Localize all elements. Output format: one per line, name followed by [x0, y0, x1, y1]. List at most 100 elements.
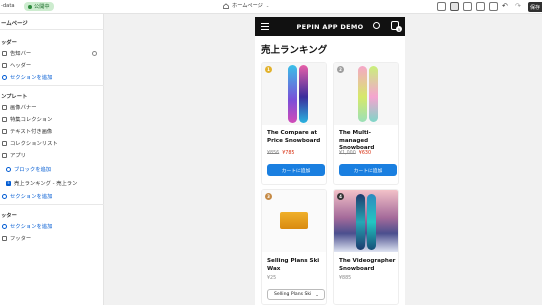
sidebar-item-app-block[interactable]: 5 売上ランキング - 売上ラン	[6, 179, 77, 187]
product-card[interactable]: 2 The Multi-managed Snowboard ¥1,000 ¥630…	[333, 62, 399, 185]
chevron-down-icon: ⌄	[315, 292, 319, 297]
compare-price: ¥856	[267, 151, 280, 156]
mobile-view-icon[interactable]	[476, 2, 485, 11]
product-price: ¥885	[339, 276, 351, 281]
store-brand[interactable]: PEPIN APP DEMO	[255, 23, 405, 31]
add-block-button[interactable]: ブロックを追加	[6, 165, 51, 173]
plus-circle-icon	[2, 193, 7, 199]
product-image[interactable]: 2	[334, 63, 398, 125]
snowboard-image	[288, 65, 297, 123]
add-section-button[interactable]: セクションを追加	[2, 192, 52, 200]
search-icon[interactable]	[373, 22, 380, 29]
status-label: 公開中	[34, 4, 50, 10]
product-title[interactable]: The Videographer Snowboard	[339, 258, 397, 273]
home-icon	[223, 2, 229, 9]
compare-price: ¥1,000	[339, 151, 356, 156]
sidebar-item-header[interactable]: ヘッダー	[2, 61, 31, 69]
snowboard-image	[367, 194, 376, 250]
product-card[interactable]: 1 The Compare at Price Snowboard ¥856 ¥78…	[261, 62, 327, 185]
add-section-button[interactable]: セクションを追加	[2, 222, 52, 230]
status-dot-icon	[28, 4, 32, 9]
sidebar-item-image-banner[interactable]: 画像バナー	[2, 103, 37, 111]
section-icon	[2, 104, 7, 110]
section-icon	[2, 140, 7, 146]
divider	[0, 204, 104, 205]
section-header: ッダー	[1, 40, 17, 46]
section-icon	[2, 50, 7, 56]
selling-plan-select[interactable]: Selling Plans Ski ⌄	[267, 289, 325, 300]
fullscreen-icon[interactable]	[489, 2, 498, 11]
add-section-label: セクションを追加	[10, 194, 53, 200]
save-button[interactable]: 保存	[528, 2, 542, 12]
status-badge: 公開中	[24, 2, 54, 11]
undo-icon[interactable]: ↶	[502, 2, 511, 11]
section-icon	[2, 235, 7, 241]
page-selector[interactable]: ホームページ ⌄	[223, 2, 269, 9]
sidebar-item-label: ヘッダー	[10, 63, 32, 69]
product-image[interactable]: 1	[262, 63, 326, 125]
rank-badge: 4	[337, 193, 344, 200]
plus-circle-icon	[6, 166, 11, 172]
section-icon	[2, 116, 7, 122]
snowboard-image	[358, 66, 367, 122]
divider	[0, 85, 104, 86]
sidebar-item-label: コレクションリスト	[10, 141, 58, 147]
product-price: ¥1,000 ¥630	[339, 151, 371, 156]
add-section-label: セクションを追加	[10, 224, 53, 230]
sidebar-item-featured-collection[interactable]: 特集コレクション	[2, 115, 52, 123]
rank-badge: 1	[265, 66, 272, 73]
snowboard-image	[356, 194, 365, 250]
snowboard-image	[299, 65, 308, 123]
product-image[interactable]: 4	[334, 190, 398, 252]
sidebar-item-image-with-text[interactable]: テキスト付き画像	[2, 127, 52, 135]
sidebar-item-collection-list[interactable]: コレクションリスト	[2, 139, 58, 147]
plus-circle-icon	[2, 74, 7, 80]
store-header: PEPIN APP DEMO 5	[255, 17, 405, 36]
product-card[interactable]: 3 Selling Plans Ski Wax ¥25 Selling Plan…	[261, 189, 327, 305]
divider	[0, 29, 104, 30]
product-price: ¥856 ¥785	[267, 151, 294, 156]
redo-icon[interactable]: ↷	[515, 2, 524, 11]
section-icon	[2, 62, 7, 68]
sidebar-title: ームページ	[1, 21, 28, 27]
storefront-preview: PEPIN APP DEMO 5 売上ランキング 1 The Compare a…	[255, 17, 405, 305]
app-name: -data	[1, 3, 15, 9]
regular-price: ¥25	[267, 276, 277, 281]
product-title[interactable]: Selling Plans Ski Wax	[267, 258, 325, 273]
ranking-heading: 売上ランキング	[261, 45, 328, 56]
print-icon[interactable]	[437, 2, 446, 11]
sidebar-item-footer[interactable]: フッター	[2, 234, 31, 242]
sidebar-item-announcement[interactable]: 告知バー	[2, 49, 31, 57]
add-to-cart-button[interactable]: カートに追加	[267, 164, 325, 176]
product-title[interactable]: The Multi-managed Snowboard	[339, 130, 397, 153]
sidebar: ームページ ッダー 告知バー ヘッダー セクションを追加 ンプレート 画像バナー…	[0, 14, 104, 305]
plus-circle-icon	[2, 223, 7, 229]
sidebar-item-label: 画像バナー	[10, 105, 37, 111]
product-image[interactable]: 3	[262, 190, 326, 252]
sidebar-item-apps[interactable]: アプリ	[2, 151, 26, 159]
eye-off-icon[interactable]	[92, 51, 97, 56]
wax-image	[280, 212, 308, 229]
sidebar-item-label: 特集コレクション	[10, 117, 53, 123]
regular-price: ¥885	[339, 276, 352, 281]
product-title[interactable]: The Compare at Price Snowboard	[267, 130, 325, 145]
section-footer: ッター	[1, 213, 17, 219]
inspector-icon[interactable]	[450, 2, 459, 11]
rank-badge: 3	[265, 193, 272, 200]
sidebar-item-label: テキスト付き画像	[10, 129, 53, 135]
product-card[interactable]: 4 The Videographer Snowboard ¥885	[333, 189, 399, 305]
select-value: Selling Plans Ski	[274, 292, 312, 297]
sidebar-item-label: アプリ	[10, 153, 26, 159]
sidebar-item-label: フッター	[10, 236, 32, 242]
add-section-label: セクションを追加	[10, 75, 53, 81]
add-section-button[interactable]: セクションを追加	[2, 73, 52, 81]
section-template: ンプレート	[1, 94, 28, 100]
cart-count-badge: 5	[396, 26, 402, 32]
chevron-down-icon: ⌄	[265, 3, 270, 8]
page-label: ホームページ	[232, 3, 263, 9]
sale-price: ¥630	[358, 151, 372, 156]
top-bar: -data 公開中 ホームページ ⌄ ↶ ↷ 保存	[0, 0, 542, 14]
toolbar-icons: ↶ ↷	[437, 2, 524, 11]
desktop-view-icon[interactable]	[463, 2, 472, 11]
add-to-cart-button[interactable]: カートに追加	[339, 164, 397, 176]
